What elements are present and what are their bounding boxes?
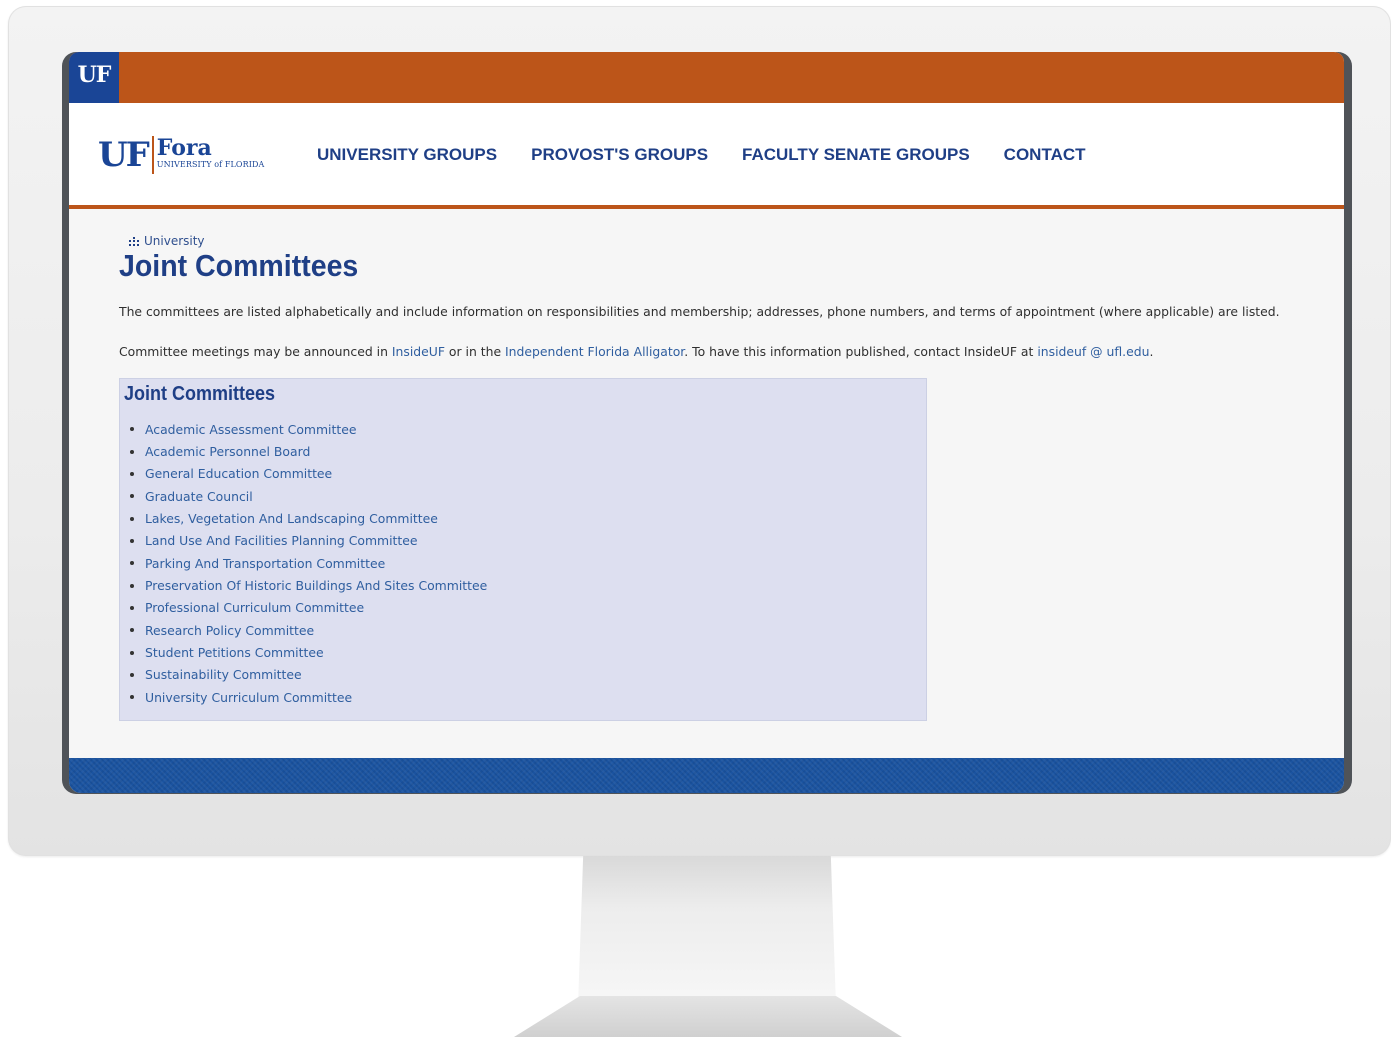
insideuf-link[interactable]: InsideUF	[392, 344, 445, 359]
list-item: General Education Committee	[130, 463, 922, 485]
bullet-icon	[130, 605, 134, 610]
bullet-icon	[130, 672, 134, 677]
list-item: Graduate Council	[130, 485, 922, 507]
nav-faculty-senate-groups[interactable]: FACULTY SENATE GROUPS	[742, 145, 970, 165]
browser-viewport: UF UF Fora UNIVERSITY of FLORIDA UNIVERS…	[69, 52, 1344, 793]
logo-uf-mark: UF	[98, 136, 154, 174]
meetings-text: Committee meetings may be announced in I…	[119, 343, 1319, 361]
nav-provosts-groups[interactable]: PROVOST'S GROUPS	[531, 145, 708, 165]
bullet-icon	[130, 628, 134, 633]
nav-contact[interactable]: CONTACT	[1004, 145, 1086, 165]
list-item: Academic Personnel Board	[130, 440, 922, 462]
monitor-stand-base	[514, 996, 902, 1037]
site-footer	[69, 758, 1344, 793]
committee-link[interactable]: Student Petitions Committee	[145, 645, 324, 660]
uf-home-badge[interactable]: UF	[69, 52, 119, 103]
list-item: Academic Assessment Committee	[130, 418, 922, 440]
list-item: University Curriculum Committee	[130, 686, 922, 708]
list-item: Parking And Transportation Committee	[130, 552, 922, 574]
site-header: UF Fora UNIVERSITY of FLORIDA UNIVERSITY…	[69, 103, 1344, 209]
intro-text: The committees are listed alphabetically…	[119, 304, 1280, 319]
committee-link[interactable]: Land Use And Facilities Planning Committ…	[145, 533, 418, 548]
committee-list: Academic Assessment Committee Academic P…	[124, 418, 922, 708]
committee-link[interactable]: Academic Personnel Board	[145, 444, 310, 459]
meetings-after: . To have this information published, co…	[684, 344, 1038, 359]
main-content: University Joint Committees The committe…	[119, 233, 1319, 721]
committee-link[interactable]: Academic Assessment Committee	[145, 422, 356, 437]
meetings-prefix: Committee meetings may be announced in	[119, 344, 392, 359]
email-link[interactable]: insideuf @ ufl.edu	[1037, 344, 1149, 359]
list-item: Research Policy Committee	[130, 619, 922, 641]
list-item: Student Petitions Committee	[130, 641, 922, 663]
committee-link[interactable]: Sustainability Committee	[145, 667, 302, 682]
main-nav: UNIVERSITY GROUPS PROVOST'S GROUPS FACUL…	[317, 145, 1086, 165]
list-item: Lakes, Vegetation And Landscaping Commit…	[130, 507, 922, 529]
monitor-stand	[578, 856, 836, 1006]
meetings-middle: or in the	[444, 344, 506, 359]
bullet-icon	[130, 449, 134, 454]
committee-link[interactable]: University Curriculum Committee	[145, 690, 352, 705]
bullet-icon	[130, 695, 134, 700]
sitemap-icon	[129, 236, 140, 246]
list-item: Professional Curriculum Committee	[130, 597, 922, 619]
committee-link[interactable]: Research Policy Committee	[145, 623, 314, 638]
bullet-icon	[130, 494, 134, 499]
logo-wordmark: Fora UNIVERSITY of FLORIDA	[154, 136, 265, 170]
list-item: Preservation Of Historic Buildings And S…	[130, 574, 922, 596]
page-title: Joint Committees	[119, 248, 359, 283]
bullet-icon	[130, 516, 134, 521]
committee-link[interactable]: Graduate Council	[145, 489, 253, 504]
bullet-icon	[130, 561, 134, 566]
list-item: Sustainability Committee	[130, 664, 922, 686]
list-item: Land Use And Facilities Planning Committ…	[130, 530, 922, 552]
logo-subtitle: UNIVERSITY of FLORIDA	[156, 160, 265, 169]
logo-fora-text: Fora	[156, 135, 212, 161]
committee-link[interactable]: Professional Curriculum Committee	[145, 600, 364, 615]
committees-panel: Joint Committees Academic Assessment Com…	[119, 378, 927, 721]
committee-link[interactable]: Lakes, Vegetation And Landscaping Commit…	[145, 511, 438, 526]
bullet-icon	[130, 538, 134, 543]
bullet-icon	[130, 427, 134, 432]
breadcrumb-university[interactable]: University	[144, 234, 205, 248]
bullet-icon	[130, 650, 134, 655]
committee-link[interactable]: Preservation Of Historic Buildings And S…	[145, 578, 487, 593]
ufora-logo[interactable]: UF Fora UNIVERSITY of FLORIDA	[98, 136, 264, 174]
nav-university-groups[interactable]: UNIVERSITY GROUPS	[317, 145, 497, 165]
alligator-link[interactable]: Independent Florida Alligator	[505, 344, 684, 359]
bullet-icon	[130, 583, 134, 588]
bullet-icon	[130, 471, 134, 476]
committee-link[interactable]: General Education Committee	[145, 466, 332, 481]
committee-link[interactable]: Parking And Transportation Committee	[145, 556, 385, 571]
meetings-end: .	[1149, 344, 1154, 359]
top-bar: UF	[69, 52, 1344, 103]
committees-panel-title: Joint Committees	[124, 383, 276, 405]
breadcrumb: University	[129, 233, 1319, 249]
